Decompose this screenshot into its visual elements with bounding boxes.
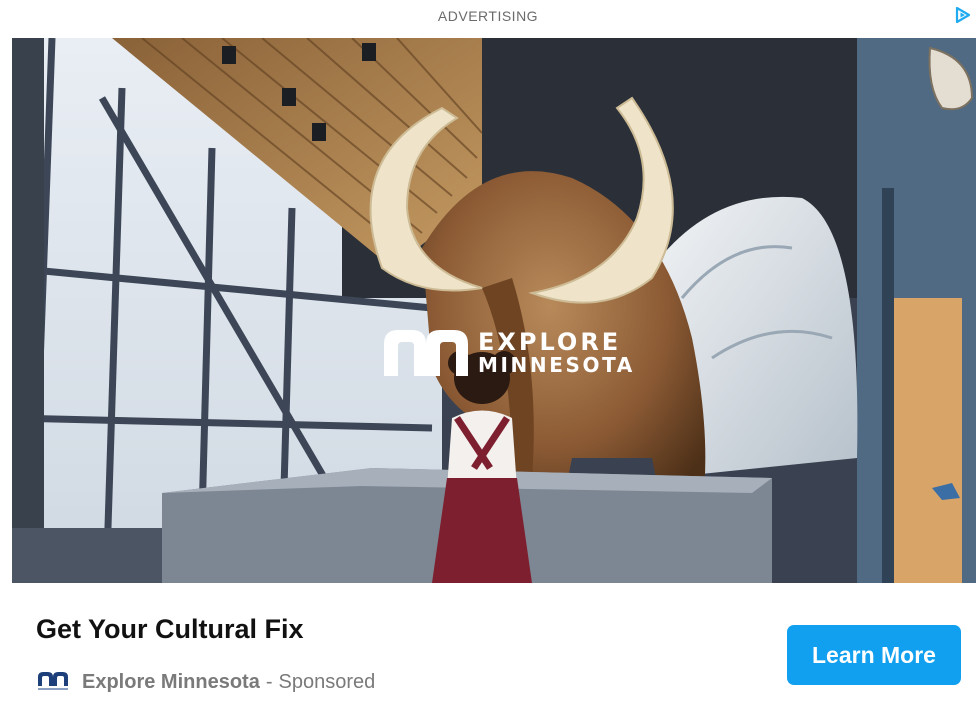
ad-hero-image[interactable]: EXPLORE MINNESOTA <box>12 38 976 583</box>
ad-headline[interactable]: Get Your Cultural Fix <box>36 614 304 645</box>
advertiser-name[interactable]: Explore Minnesota <box>82 671 260 694</box>
mn-logo-icon <box>384 330 468 376</box>
explore-minnesota-logo: EXPLORE MINNESOTA <box>384 323 635 383</box>
sponsor-row: Explore Minnesota - Sponsored <box>38 668 375 696</box>
brand-icon <box>38 672 68 690</box>
logo-text-minnesota: MINNESOTA <box>478 353 635 378</box>
separator: - <box>265 670 273 693</box>
logo-text-explore: EXPLORE <box>478 327 622 356</box>
sponsored-label: Sponsored <box>278 670 376 693</box>
learn-more-button[interactable]: Learn More <box>787 625 961 685</box>
adchoices-icon[interactable] <box>954 6 972 24</box>
ad-label: ADVERTISING <box>437 8 539 24</box>
